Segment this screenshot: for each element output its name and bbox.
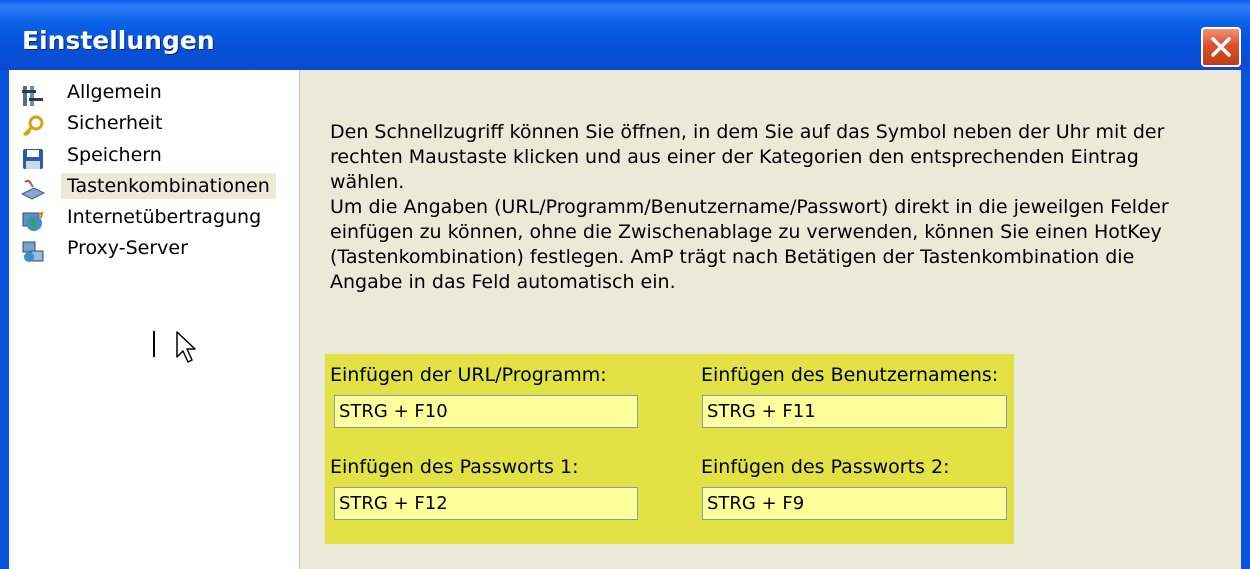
- floppy-disk-icon: [23, 149, 43, 169]
- window-title: Einstellungen: [22, 26, 215, 55]
- url-hotkey-label: Einfügen der URL/Programm:: [330, 364, 607, 386]
- sidebar-item-label: Internetübertragung: [67, 206, 262, 228]
- password2-hotkey-label: Einfügen des Passworts 2:: [701, 456, 950, 478]
- password1-hotkey-label: Einfügen des Passworts 1:: [330, 456, 579, 478]
- sidebar-item-label: Tastenkombinationen: [61, 173, 276, 199]
- settings-content-panel: Den Schnellzugriff können Sie öffnen, in…: [300, 70, 1241, 569]
- title-bar[interactable]: Einstellungen: [0, 0, 1250, 70]
- hotkey-settings-panel: Einfügen der URL/Programm: Einfügen des …: [325, 354, 1014, 544]
- sidebar-item-label: Allgemein: [67, 81, 162, 103]
- url-hotkey-field[interactable]: STRG + F10: [334, 395, 638, 428]
- close-icon: [1211, 37, 1231, 57]
- hotkey-description: Den Schnellzugriff können Sie öffnen, in…: [330, 121, 1169, 293]
- network-icon: [22, 241, 44, 262]
- key-icon: [22, 115, 44, 137]
- text-caret: [153, 331, 155, 357]
- globe-icon: [22, 211, 44, 231]
- password1-hotkey-field[interactable]: STRG + F12: [334, 487, 638, 520]
- settings-category-list[interactable]: Allgemein Sicherheit Speichern Tastenkom…: [9, 70, 300, 569]
- username-hotkey-field[interactable]: STRG + F11: [702, 395, 1007, 428]
- username-hotkey-label: Einfügen des Benutzernamens:: [701, 364, 999, 386]
- sidebar-item-label: Speichern: [67, 144, 162, 166]
- sidebar-item-label: Sicherheit: [67, 112, 163, 134]
- close-button[interactable]: [1201, 27, 1241, 67]
- mouse-pointer-icon: [176, 331, 196, 363]
- password2-hotkey-field[interactable]: STRG + F9: [702, 487, 1007, 520]
- window-frame-left: [0, 70, 9, 569]
- sidebar-item-label: Proxy-Server: [67, 237, 188, 259]
- keyboard-icon: [21, 179, 45, 200]
- tools-icon: [22, 86, 43, 106]
- window-frame-right: [1241, 70, 1250, 569]
